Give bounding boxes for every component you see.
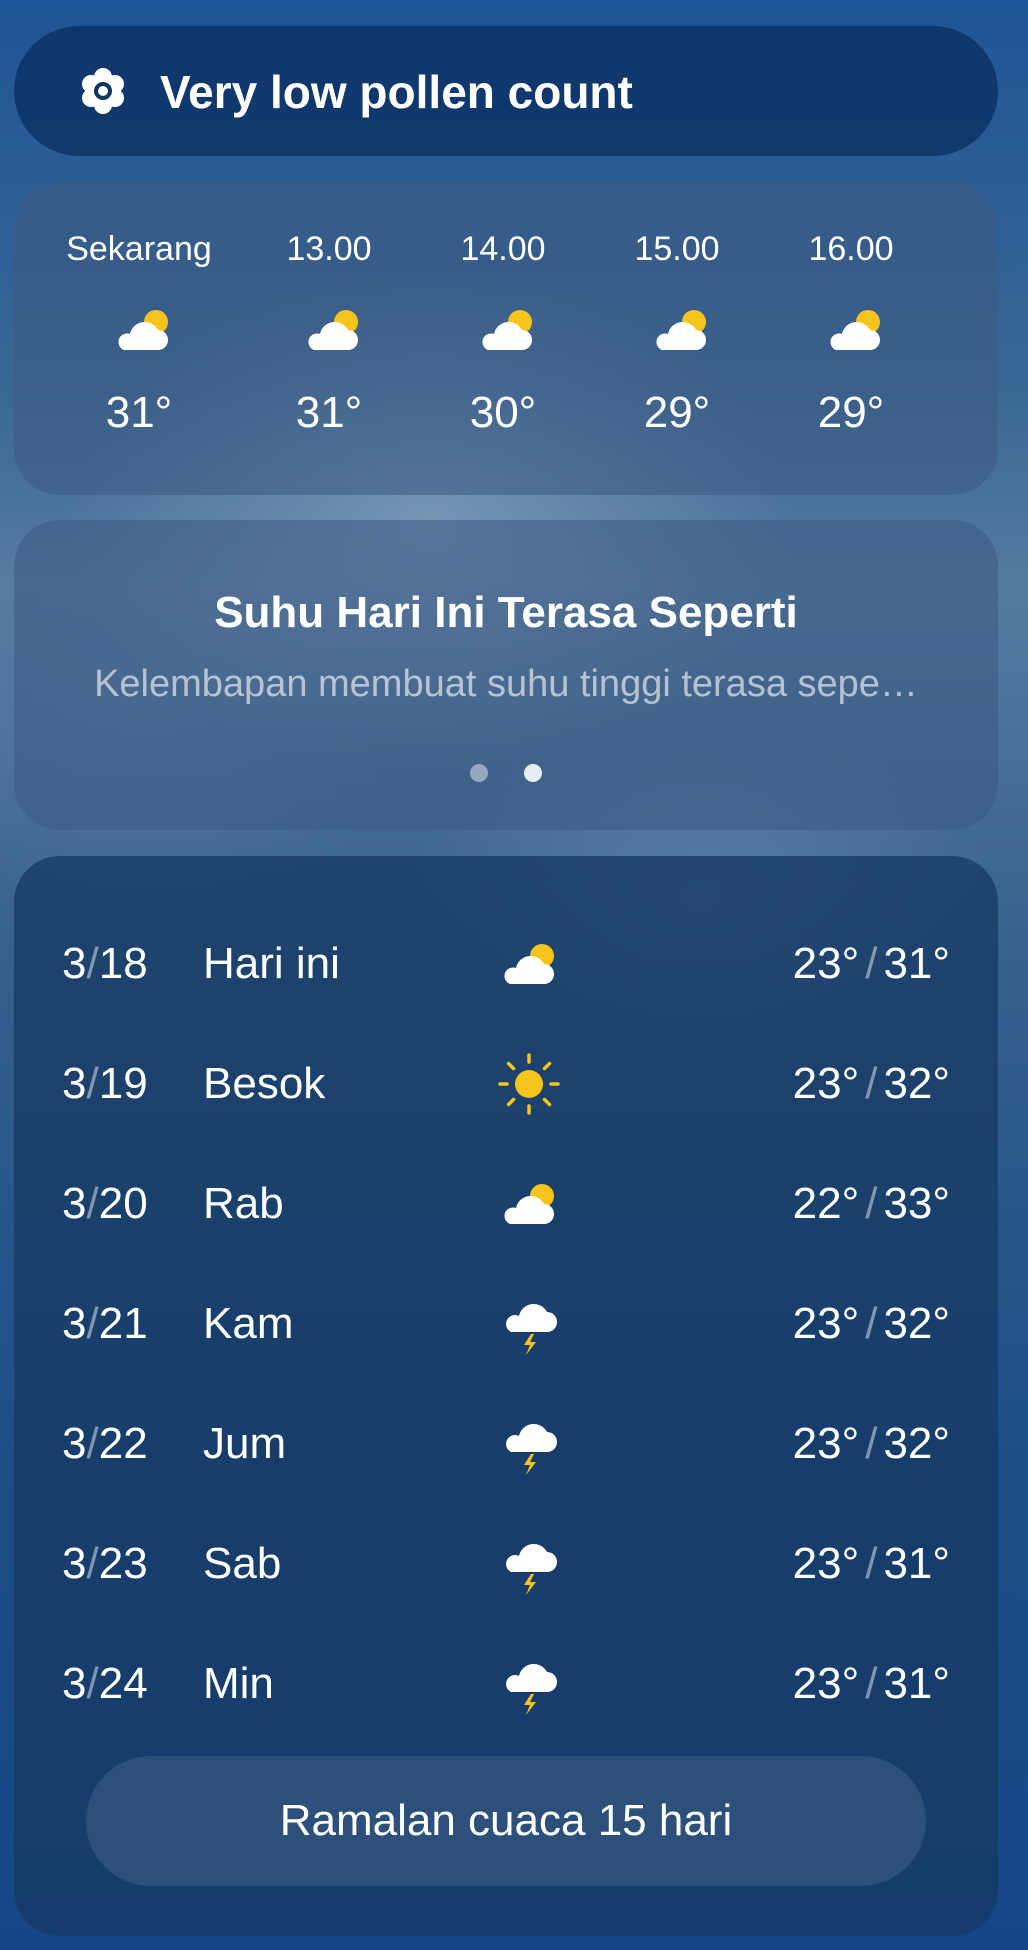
partly-cloudy-icon bbox=[118, 310, 168, 350]
partly-cloudy-icon bbox=[996, 306, 998, 354]
hour-item: 14.00 30° bbox=[418, 182, 588, 495]
hour-time: 15.00 bbox=[634, 230, 720, 268]
daily-row[interactable]: 3/18 Hari ini 23°/31° bbox=[14, 914, 998, 1014]
hour-time: Sekarang bbox=[66, 230, 212, 268]
day-label: Jum bbox=[203, 1419, 287, 1468]
thunderstorm-icon bbox=[506, 1303, 557, 1355]
temp-range: 23°/32° bbox=[792, 1059, 950, 1108]
hour-temp: 31° bbox=[105, 388, 173, 437]
date: 3/18 bbox=[62, 939, 148, 988]
date: 3/23 bbox=[62, 1539, 148, 1588]
sun-icon bbox=[498, 1053, 560, 1115]
daily-forecast-card: 3/18 Hari ini 23°/31° 3/19 Besok 23°/32°… bbox=[14, 856, 998, 1936]
partly-cloudy-icon bbox=[308, 310, 358, 350]
date: 3/20 bbox=[62, 1179, 148, 1228]
hour-item: Sekarang 31° bbox=[54, 182, 224, 495]
daily-row[interactable]: 3/20 Rab 22°/33° bbox=[14, 1154, 998, 1254]
day-label: Min bbox=[203, 1659, 274, 1708]
day-label: Rab bbox=[203, 1179, 284, 1228]
date: 3/21 bbox=[62, 1299, 148, 1348]
partly-cloudy-icon bbox=[830, 310, 880, 350]
hour-item: 17 2 bbox=[939, 182, 998, 495]
hour-temp: 30° bbox=[469, 388, 537, 437]
hour-temp: 29° bbox=[643, 388, 711, 437]
hour-time: 13.00 bbox=[286, 230, 372, 268]
hour-item: 16.00 29° bbox=[766, 182, 936, 495]
day-label: Kam bbox=[203, 1299, 294, 1348]
hour-time: 14.00 bbox=[460, 230, 546, 268]
temp-range: 23°/32° bbox=[792, 1299, 950, 1348]
partly-cloudy-icon bbox=[504, 944, 554, 984]
daily-row[interactable]: 3/22 Jum 23°/32° bbox=[14, 1394, 998, 1494]
hour-temp: 31° bbox=[295, 388, 363, 437]
hour-time: 17 bbox=[939, 230, 998, 269]
forecast-15-day-label: Ramalan cuaca 15 hari bbox=[279, 1796, 733, 1845]
thunderstorm-icon bbox=[506, 1423, 557, 1475]
pollen-label: Very low pollen count bbox=[160, 66, 633, 118]
day-label: Besok bbox=[203, 1059, 326, 1108]
partly-cloudy-icon bbox=[482, 310, 532, 350]
page-indicator-dot bbox=[470, 764, 488, 782]
feels-like-title: Suhu Hari Ini Terasa Seperti bbox=[214, 588, 798, 637]
temp-range: 23°/31° bbox=[792, 1659, 950, 1708]
feels-like-subtitle: Kelembapan membuat suhu tinggi terasa se… bbox=[94, 663, 918, 705]
partly-cloudy-icon bbox=[656, 310, 706, 350]
forecast-15-day-button[interactable]: Ramalan cuaca 15 hari bbox=[86, 1756, 926, 1886]
flower-icon bbox=[82, 68, 124, 114]
daily-row[interactable]: 3/21 Kam 23°/32° bbox=[14, 1274, 998, 1374]
hour-item: 13.00 31° bbox=[244, 182, 414, 495]
temp-range: 22°/33° bbox=[792, 1179, 950, 1228]
hourly-forecast-card[interactable]: Sekarang 31° 13.00 31° 14.00 30° 15.00 2… bbox=[14, 182, 998, 495]
hour-temp: 2 bbox=[939, 388, 998, 438]
feels-like-card[interactable]: Suhu Hari Ini Terasa Seperti Kelembapan … bbox=[14, 520, 998, 830]
hour-time: 16.00 bbox=[808, 230, 894, 268]
temp-range: 23°/32° bbox=[792, 1419, 950, 1468]
day-label: Sab bbox=[203, 1539, 282, 1588]
thunderstorm-icon bbox=[506, 1663, 557, 1715]
day-label: Hari ini bbox=[203, 939, 340, 988]
date: 3/19 bbox=[62, 1059, 148, 1108]
daily-row[interactable]: 3/19 Besok 23°/32° bbox=[14, 1034, 998, 1134]
pollen-card[interactable]: Very low pollen count bbox=[14, 26, 998, 156]
thunderstorm-icon bbox=[506, 1543, 557, 1595]
page-indicator-dot-active bbox=[524, 764, 542, 782]
partly-cloudy-icon bbox=[504, 1184, 554, 1224]
daily-row[interactable]: 3/23 Sab 23°/31° bbox=[14, 1514, 998, 1614]
temp-range: 23°/31° bbox=[792, 1539, 950, 1588]
hour-item: 15.00 29° bbox=[592, 182, 762, 495]
hour-temp: 29° bbox=[817, 388, 885, 437]
date: 3/24 bbox=[62, 1659, 148, 1708]
daily-row[interactable]: 3/24 Min 23°/31° bbox=[14, 1634, 998, 1734]
date: 3/22 bbox=[62, 1419, 148, 1468]
temp-range: 23°/31° bbox=[792, 939, 950, 988]
